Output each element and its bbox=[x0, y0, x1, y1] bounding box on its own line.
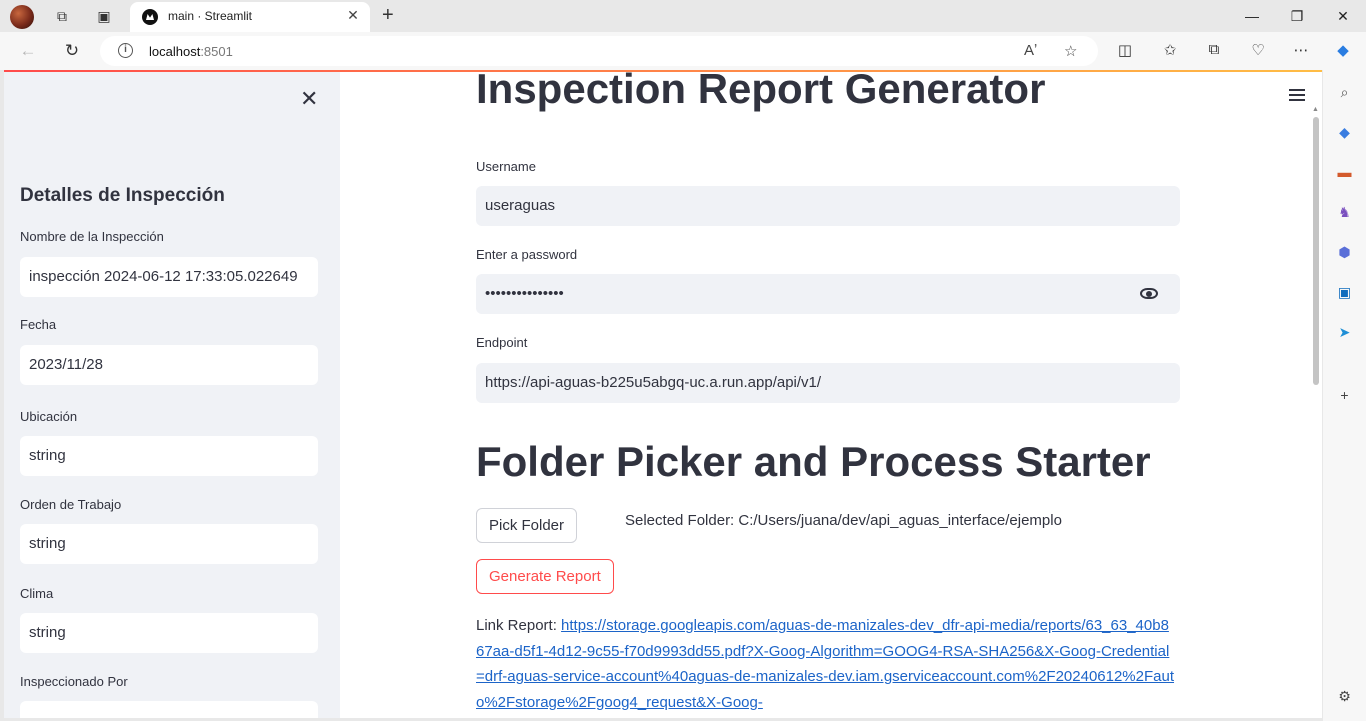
refresh-icon[interactable]: ↻ bbox=[60, 40, 84, 62]
favorite-star-icon[interactable]: ☆ bbox=[1064, 42, 1077, 60]
more-menu-icon[interactable]: ⋯ bbox=[1291, 41, 1311, 59]
sidebar-close-icon[interactable]: ✕ bbox=[300, 86, 318, 112]
new-tab-button[interactable]: + bbox=[382, 4, 394, 27]
link-report-text: Link Report: https://storage.googleapis.… bbox=[476, 613, 1176, 715]
copilot-icon[interactable]: ◆ bbox=[1333, 41, 1353, 59]
field-label-inspeccionado: Inspeccionado Por bbox=[20, 674, 128, 689]
ubicacion-input[interactable]: string bbox=[20, 436, 318, 476]
split-screen-icon[interactable]: ◫ bbox=[1115, 41, 1135, 59]
read-aloud-icon[interactable]: Aʼ bbox=[1024, 42, 1037, 59]
title-bar: ⧉ ▣ main · Streamlit ✕ + — ❐ ✕ bbox=[0, 0, 1366, 32]
send-icon[interactable]: ➤ bbox=[1335, 323, 1354, 342]
inspeccionado-por-input[interactable] bbox=[20, 701, 318, 718]
main-menu-icon[interactable] bbox=[1289, 89, 1305, 101]
field-label-ubicacion: Ubicación bbox=[20, 409, 78, 424]
report-link[interactable]: https://storage.googleapis.com/aguas-de-… bbox=[476, 617, 1174, 711]
page-viewport: ✕ Detalles de Inspección Nombre de la In… bbox=[4, 70, 1322, 718]
password-input[interactable]: ••••••••••••••• bbox=[476, 274, 1180, 314]
url-text[interactable]: localhost:8501 bbox=[149, 44, 233, 59]
collections-icon[interactable]: ⧉ bbox=[1204, 41, 1224, 58]
sidebar-title: Detalles de Inspección bbox=[20, 185, 225, 206]
section-title: Folder Picker and Process Starter bbox=[476, 438, 1151, 485]
endpoint-input[interactable]: https://api-aguas-b225u5abgq-uc.a.run.ap… bbox=[476, 363, 1180, 403]
browser-toolbar: ← ↻ i localhost:8501 Aʼ ☆ ◫ ✩ ⧉ ♡ ⋯ ◆ bbox=[0, 32, 1366, 70]
orden-trabajo-input[interactable]: string bbox=[20, 524, 318, 564]
page-title: Inspection Report Generator bbox=[476, 72, 1046, 112]
streamlit-sidebar: ✕ Detalles de Inspección Nombre de la In… bbox=[4, 72, 340, 718]
main-content: ▲ Inspection Report Generator Username u… bbox=[340, 72, 1322, 718]
shopping-tag-icon[interactable]: ◆ bbox=[1335, 123, 1354, 142]
show-password-eye-icon[interactable] bbox=[1140, 288, 1158, 299]
edge-sidebar: ⌕ ◆ ▬ ♞ ⬢ ▣ ➤ + ⚙ bbox=[1323, 70, 1366, 721]
password-value: ••••••••••••••• bbox=[485, 285, 564, 302]
favorites-icon[interactable]: ✩ bbox=[1160, 41, 1180, 59]
outlook-icon[interactable]: ▣ bbox=[1335, 283, 1354, 302]
password-label: Enter a password bbox=[476, 247, 578, 262]
workspaces-icon[interactable]: ⧉ bbox=[52, 6, 72, 26]
site-info-icon[interactable]: i bbox=[118, 43, 133, 58]
tab-title: main · Streamlit bbox=[168, 9, 253, 23]
username-label: Username bbox=[476, 159, 536, 174]
clima-input[interactable]: string bbox=[20, 613, 318, 653]
settings-gear-icon[interactable]: ⚙ bbox=[1335, 687, 1354, 706]
back-arrow-icon[interactable]: ← bbox=[16, 40, 40, 62]
minimize-button[interactable]: — bbox=[1237, 4, 1267, 28]
scroll-up-arrow-icon[interactable]: ▲ bbox=[1312, 106, 1319, 113]
address-bar[interactable]: i localhost:8501 Aʼ ☆ bbox=[100, 36, 1098, 66]
generate-report-button[interactable]: Generate Report bbox=[476, 559, 614, 594]
tools-icon[interactable]: ▬ bbox=[1335, 163, 1354, 182]
tab-main-streamlit[interactable]: main · Streamlit ✕ bbox=[130, 2, 370, 32]
fecha-input[interactable]: 2023/11/28 bbox=[20, 345, 318, 385]
tab-close-icon[interactable]: ✕ bbox=[344, 7, 362, 24]
field-label-clima: Clima bbox=[20, 586, 54, 601]
restore-button[interactable]: ❐ bbox=[1282, 4, 1312, 28]
selected-folder-text: Selected Folder: C:/Users/juana/dev/api_… bbox=[625, 512, 1062, 529]
close-window-button[interactable]: ✕ bbox=[1328, 4, 1358, 28]
browser-essentials-icon[interactable]: ♡ bbox=[1248, 41, 1268, 59]
search-icon[interactable]: ⌕ bbox=[1335, 83, 1354, 102]
pick-folder-button[interactable]: Pick Folder bbox=[476, 508, 578, 543]
link-report-label: Link Report: bbox=[476, 617, 562, 634]
profile-avatar[interactable] bbox=[10, 5, 34, 29]
streamlit-favicon-icon bbox=[142, 9, 158, 25]
endpoint-label: Endpoint bbox=[476, 335, 528, 350]
field-label-orden: Orden de Trabajo bbox=[20, 497, 122, 512]
games-icon[interactable]: ♞ bbox=[1335, 203, 1354, 222]
tab-actions-icon[interactable]: ▣ bbox=[94, 6, 114, 26]
scrollbar-thumb[interactable] bbox=[1313, 117, 1319, 385]
field-label-fecha: Fecha bbox=[20, 317, 57, 332]
field-label-nombre: Nombre de la Inspección bbox=[20, 229, 164, 244]
add-icon[interactable]: + bbox=[1335, 386, 1354, 405]
microsoft365-icon[interactable]: ⬢ bbox=[1335, 243, 1354, 262]
nombre-inspeccion-input[interactable]: inspección 2024-06-12 17:33:05.022649 bbox=[20, 257, 318, 297]
username-input[interactable]: useraguas bbox=[476, 186, 1180, 226]
